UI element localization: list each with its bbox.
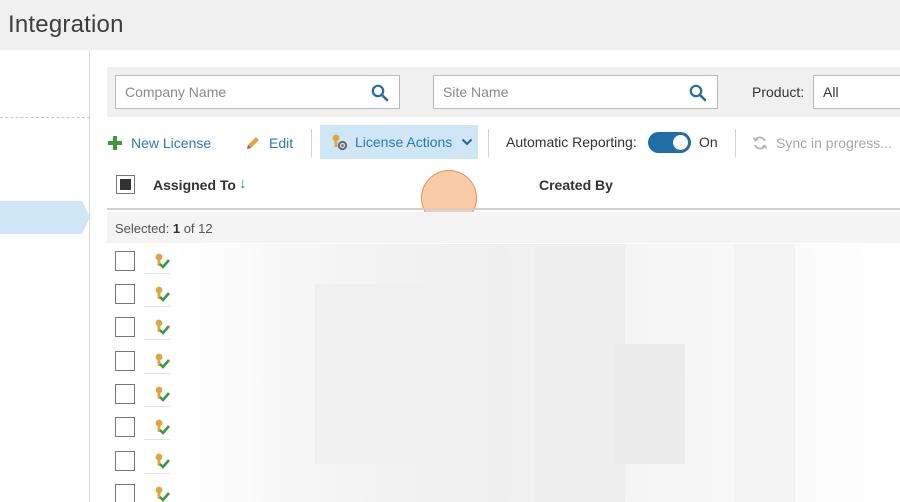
search-icon[interactable] (371, 84, 389, 102)
nav-selected-pointer (82, 201, 90, 234)
license-actions-button[interactable]: License Actions (320, 125, 478, 159)
nav-divider (0, 117, 90, 118)
license-icon (152, 318, 170, 341)
row-checkbox[interactable] (115, 351, 135, 371)
selection-count: 1 (172, 221, 181, 236)
nav-item-selected[interactable] (0, 201, 82, 234)
row-checkbox[interactable] (115, 451, 135, 471)
row-checkbox[interactable] (115, 317, 135, 337)
edit-label: Edit (269, 135, 294, 151)
new-license-label: New License (131, 135, 212, 151)
row-divider (144, 473, 170, 474)
automatic-reporting-toggle[interactable] (648, 132, 691, 153)
row-divider (144, 439, 170, 440)
automatic-reporting-label: Automatic Reporting: (506, 134, 637, 150)
new-license-button[interactable]: New License (107, 125, 211, 161)
page-title: Integration (8, 11, 124, 38)
sync-label: Sync in progress... (776, 135, 892, 151)
row-divider (144, 406, 170, 407)
toolbar-separator (311, 129, 312, 157)
selection-summary: Selected: 1 of 12 (107, 212, 900, 243)
license-icon (152, 252, 170, 275)
title-bar: Integration (0, 0, 900, 50)
site-name-input[interactable] (443, 84, 673, 100)
left-navigation (0, 50, 90, 502)
plus-icon (107, 135, 123, 151)
automatic-reporting-state: On (699, 134, 718, 150)
redacted-block (735, 244, 795, 502)
license-icon (152, 485, 170, 502)
site-name-field[interactable] (433, 75, 718, 109)
redacted-block (615, 344, 685, 464)
company-name-input[interactable] (125, 84, 355, 100)
row-divider (144, 306, 170, 307)
row-divider (144, 373, 170, 374)
column-header-created-by[interactable]: Created By (539, 177, 613, 193)
chevron-down-icon (461, 137, 473, 147)
redacted-content (175, 244, 900, 502)
license-gear-icon (330, 133, 348, 151)
select-all-checkbox[interactable] (116, 175, 135, 194)
toolbar-separator (735, 129, 736, 157)
selection-prefix: Selected: (115, 221, 170, 236)
sync-icon (752, 135, 768, 151)
license-icon (152, 352, 170, 375)
product-select[interactable]: All (813, 75, 900, 109)
toolbar-separator (488, 129, 489, 157)
row-divider (144, 339, 170, 340)
row-divider (144, 273, 170, 274)
row-checkbox[interactable] (115, 417, 135, 437)
column-header-assigned-to[interactable]: Assigned To (153, 177, 236, 193)
product-label: Product: (752, 84, 805, 100)
pencil-icon (244, 135, 261, 152)
edit-button[interactable]: Edit (244, 125, 293, 161)
company-name-field[interactable] (115, 75, 400, 109)
license-icon (152, 452, 170, 475)
row-checkbox[interactable] (115, 251, 135, 271)
toolbar: New License Edit License Actions Automat… (107, 125, 900, 226)
filter-bar: Product: All (107, 67, 900, 117)
toggle-knob (673, 135, 688, 150)
search-icon[interactable] (689, 84, 707, 102)
table-header: Assigned To ↓ Created By (107, 167, 900, 210)
license-actions-label: License Actions (355, 134, 453, 150)
redacted-block (535, 244, 625, 502)
selection-suffix: of 12 (183, 221, 213, 236)
selection-text: Selected: 1 of 12 (115, 221, 213, 236)
row-checkbox[interactable] (115, 384, 135, 404)
license-icon (152, 385, 170, 408)
license-icon (152, 418, 170, 441)
sort-down-icon[interactable]: ↓ (239, 175, 247, 192)
sync-button[interactable]: Sync in progress... (752, 125, 892, 161)
redacted-block (315, 284, 425, 464)
row-checkbox[interactable] (115, 284, 135, 304)
row-checkbox[interactable] (115, 484, 135, 502)
license-icon (152, 285, 170, 308)
